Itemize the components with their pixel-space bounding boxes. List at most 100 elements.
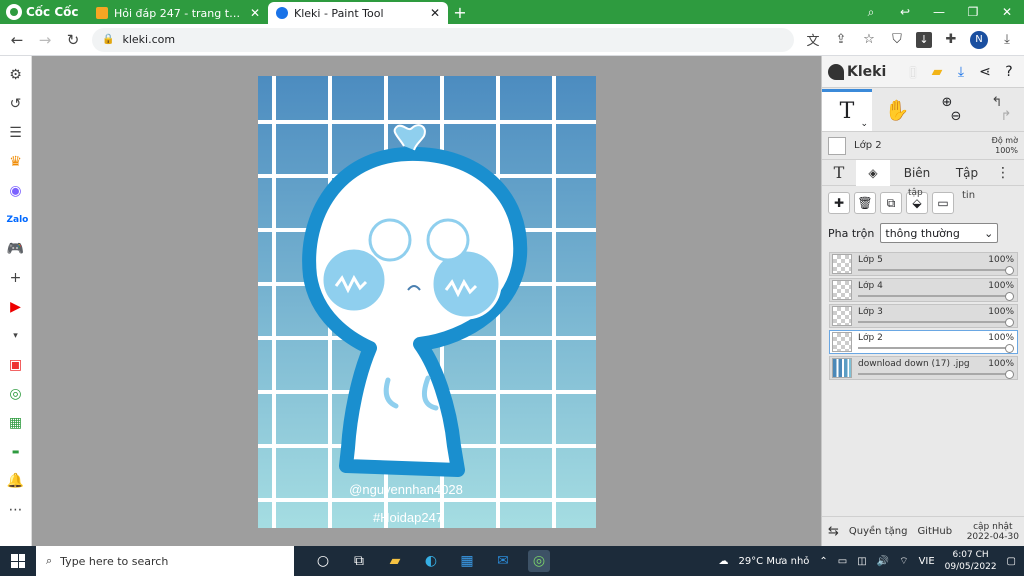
coccoc-taskbar-icon[interactable]: ◎ [528, 550, 550, 572]
duplicate-layer-button[interactable]: ⧉ [880, 192, 902, 214]
browser-brand[interactable]: Cốc Cốc [0, 0, 88, 24]
layer-item-selected[interactable]: Lớp 2 100% [829, 330, 1018, 354]
spreadsheet-icon[interactable]: ▦ [7, 414, 25, 432]
reading-list-icon[interactable]: ☰ [7, 124, 25, 142]
kleki-logo[interactable]: Kleki [828, 63, 886, 80]
slider-handle[interactable] [1005, 344, 1014, 353]
slider-handle[interactable] [1005, 292, 1014, 301]
close-window-icon[interactable]: ✕ [990, 5, 1024, 19]
close-tab-icon[interactable]: ✕ [430, 6, 440, 20]
close-tab-icon[interactable]: ✕ [250, 6, 260, 20]
text-tool-button[interactable]: T ⌄ [822, 88, 872, 131]
history-icon[interactable]: ↺ [7, 95, 25, 113]
reload-icon[interactable]: ↻ [64, 31, 82, 49]
tab-file[interactable]: Tập [944, 166, 990, 180]
task-view-icon[interactable]: ⧉ [348, 550, 370, 572]
undo-icon[interactable]: ↰ [992, 95, 1003, 110]
layer-item[interactable]: download down (17) .jpg 100% [829, 356, 1018, 380]
redo-icon[interactable]: ↱ [983, 109, 1012, 124]
forward-arrow-icon[interactable]: → [36, 31, 54, 49]
download-video-icon[interactable]: ↓ [916, 31, 932, 48]
layer-item[interactable]: Lớp 3 100% [829, 304, 1018, 328]
mail-icon[interactable]: ✉ [492, 550, 514, 572]
new-tab-button[interactable]: + [448, 2, 472, 24]
wifi-icon[interactable]: ⌔ [899, 555, 908, 568]
rename-layer-button[interactable]: ▭ [932, 192, 954, 214]
tab-search-icon[interactable]: ⌕ [854, 5, 888, 20]
update-info[interactable]: cập nhật 2022-04-30 [967, 522, 1019, 542]
shield-icon[interactable]: ⛉ [888, 32, 906, 47]
crown-icon[interactable]: ♛ [7, 153, 25, 171]
add-layer-button[interactable]: ✚ [828, 192, 850, 214]
game-controller-icon[interactable]: 🎮 [7, 240, 25, 258]
layer-opacity-slider[interactable] [858, 347, 1013, 349]
zalo-icon[interactable]: Zalo [7, 211, 29, 229]
tab-tool-settings[interactable]: T [822, 163, 856, 182]
chevron-down-icon[interactable]: ⌄ [860, 119, 868, 129]
youtube-icon[interactable]: ▶ [7, 298, 25, 316]
hand-tool-button[interactable]: ✋ [872, 98, 922, 122]
taskbar-clock[interactable]: 6:07 CH 09/05/2022 [945, 549, 997, 573]
layer-item[interactable]: Lớp 5 100% [829, 252, 1018, 276]
back-history-icon[interactable]: ↩ [888, 5, 922, 19]
minimize-icon[interactable]: — [922, 5, 956, 19]
news-icon[interactable]: ▬ [7, 443, 25, 461]
open-folder-icon[interactable]: ▰ [928, 63, 946, 81]
zoom-in-icon[interactable]: ⊕ [942, 95, 953, 110]
canvas-workspace[interactable]: @nguyennhan4028 #Hoidap247 [33, 56, 821, 546]
swap-panel-icon[interactable]: ⇆ [828, 524, 839, 539]
expand-chevron-icon[interactable]: ▾ [7, 327, 25, 345]
network-icon[interactable]: ◫ [857, 556, 866, 567]
layer-opacity-slider[interactable] [858, 295, 1013, 297]
edge-icon[interactable]: ◐ [420, 550, 442, 572]
tab-hoidap[interactable]: Hỏi đáp 247 - trang tra loi ✕ [88, 2, 268, 24]
back-arrow-icon[interactable]: ← [8, 31, 26, 49]
layer-opacity-slider[interactable] [858, 321, 1013, 323]
share-icon[interactable]: ⋖ [976, 63, 994, 81]
delete-layer-button[interactable]: 🗑 [854, 192, 876, 214]
notification-bell-icon[interactable]: 🔔 [7, 472, 25, 490]
profile-avatar[interactable]: N [970, 30, 988, 49]
layer-opacity-slider[interactable] [858, 269, 1013, 271]
shopping-sale-icon[interactable]: ▣ [7, 356, 25, 374]
bookmark-star-icon[interactable]: ☆ [860, 32, 878, 47]
add-sidebar-item-icon[interactable]: + [7, 269, 25, 287]
slider-handle[interactable] [1005, 318, 1014, 327]
layer-opacity-slider[interactable] [858, 373, 1013, 375]
taskbar-search[interactable]: ⌕ Type here to search [36, 546, 294, 576]
weather-text[interactable]: 29°C Mưa nhỏ [738, 556, 809, 567]
tab-kleki[interactable]: Kleki - Paint Tool ✕ [268, 2, 448, 24]
share-icon[interactable]: ⇪ [832, 32, 850, 47]
store-icon[interactable]: ▦ [456, 550, 478, 572]
messenger-icon[interactable]: ◉ [7, 182, 25, 200]
help-icon[interactable]: ? [1000, 63, 1018, 81]
slider-handle[interactable] [1005, 266, 1014, 275]
tab-edit[interactable]: Biên [890, 166, 944, 180]
save-download-icon[interactable]: ⤓ [952, 63, 970, 81]
privacy-link[interactable]: Quyền tặng [849, 526, 908, 537]
slider-handle[interactable] [1005, 370, 1014, 379]
more-dots-icon[interactable]: ⋯ [7, 501, 25, 519]
layer-item[interactable]: Lớp 4 100% [829, 278, 1018, 302]
url-field[interactable]: 🔒 kleki.com [92, 27, 794, 52]
restore-icon[interactable]: ❐ [956, 5, 990, 19]
drawing-canvas[interactable]: @nguyennhan4028 #Hoidap247 [258, 76, 596, 528]
new-image-icon[interactable]: ▯ [904, 63, 922, 81]
downloads-icon[interactable]: ⤓ [998, 32, 1016, 47]
zoom-out-icon[interactable]: ⊖ [933, 109, 962, 124]
start-button[interactable] [0, 546, 36, 576]
notification-icon[interactable]: ▢ [1007, 556, 1016, 567]
github-link[interactable]: GitHub [917, 526, 952, 537]
translate-icon[interactable]: 文 [804, 30, 822, 49]
volume-icon[interactable]: 🔊 [877, 556, 889, 567]
settings-gear-icon[interactable]: ⚙ [7, 66, 25, 84]
more-vertical-icon[interactable]: ⋮ [990, 165, 1016, 181]
language-indicator[interactable]: VIE [919, 556, 935, 567]
blend-mode-select[interactable]: thông thường ⌄ [880, 223, 999, 243]
cortana-icon[interactable]: ○ [312, 550, 334, 572]
tray-chevron-icon[interactable]: ⌃ [819, 556, 827, 567]
file-explorer-icon[interactable]: ▰ [384, 550, 406, 572]
tab-layers[interactable]: ◈ [856, 159, 890, 186]
coccoc-service-icon[interactable]: ◎ [7, 385, 25, 403]
extensions-icon[interactable]: ✚ [942, 32, 960, 47]
